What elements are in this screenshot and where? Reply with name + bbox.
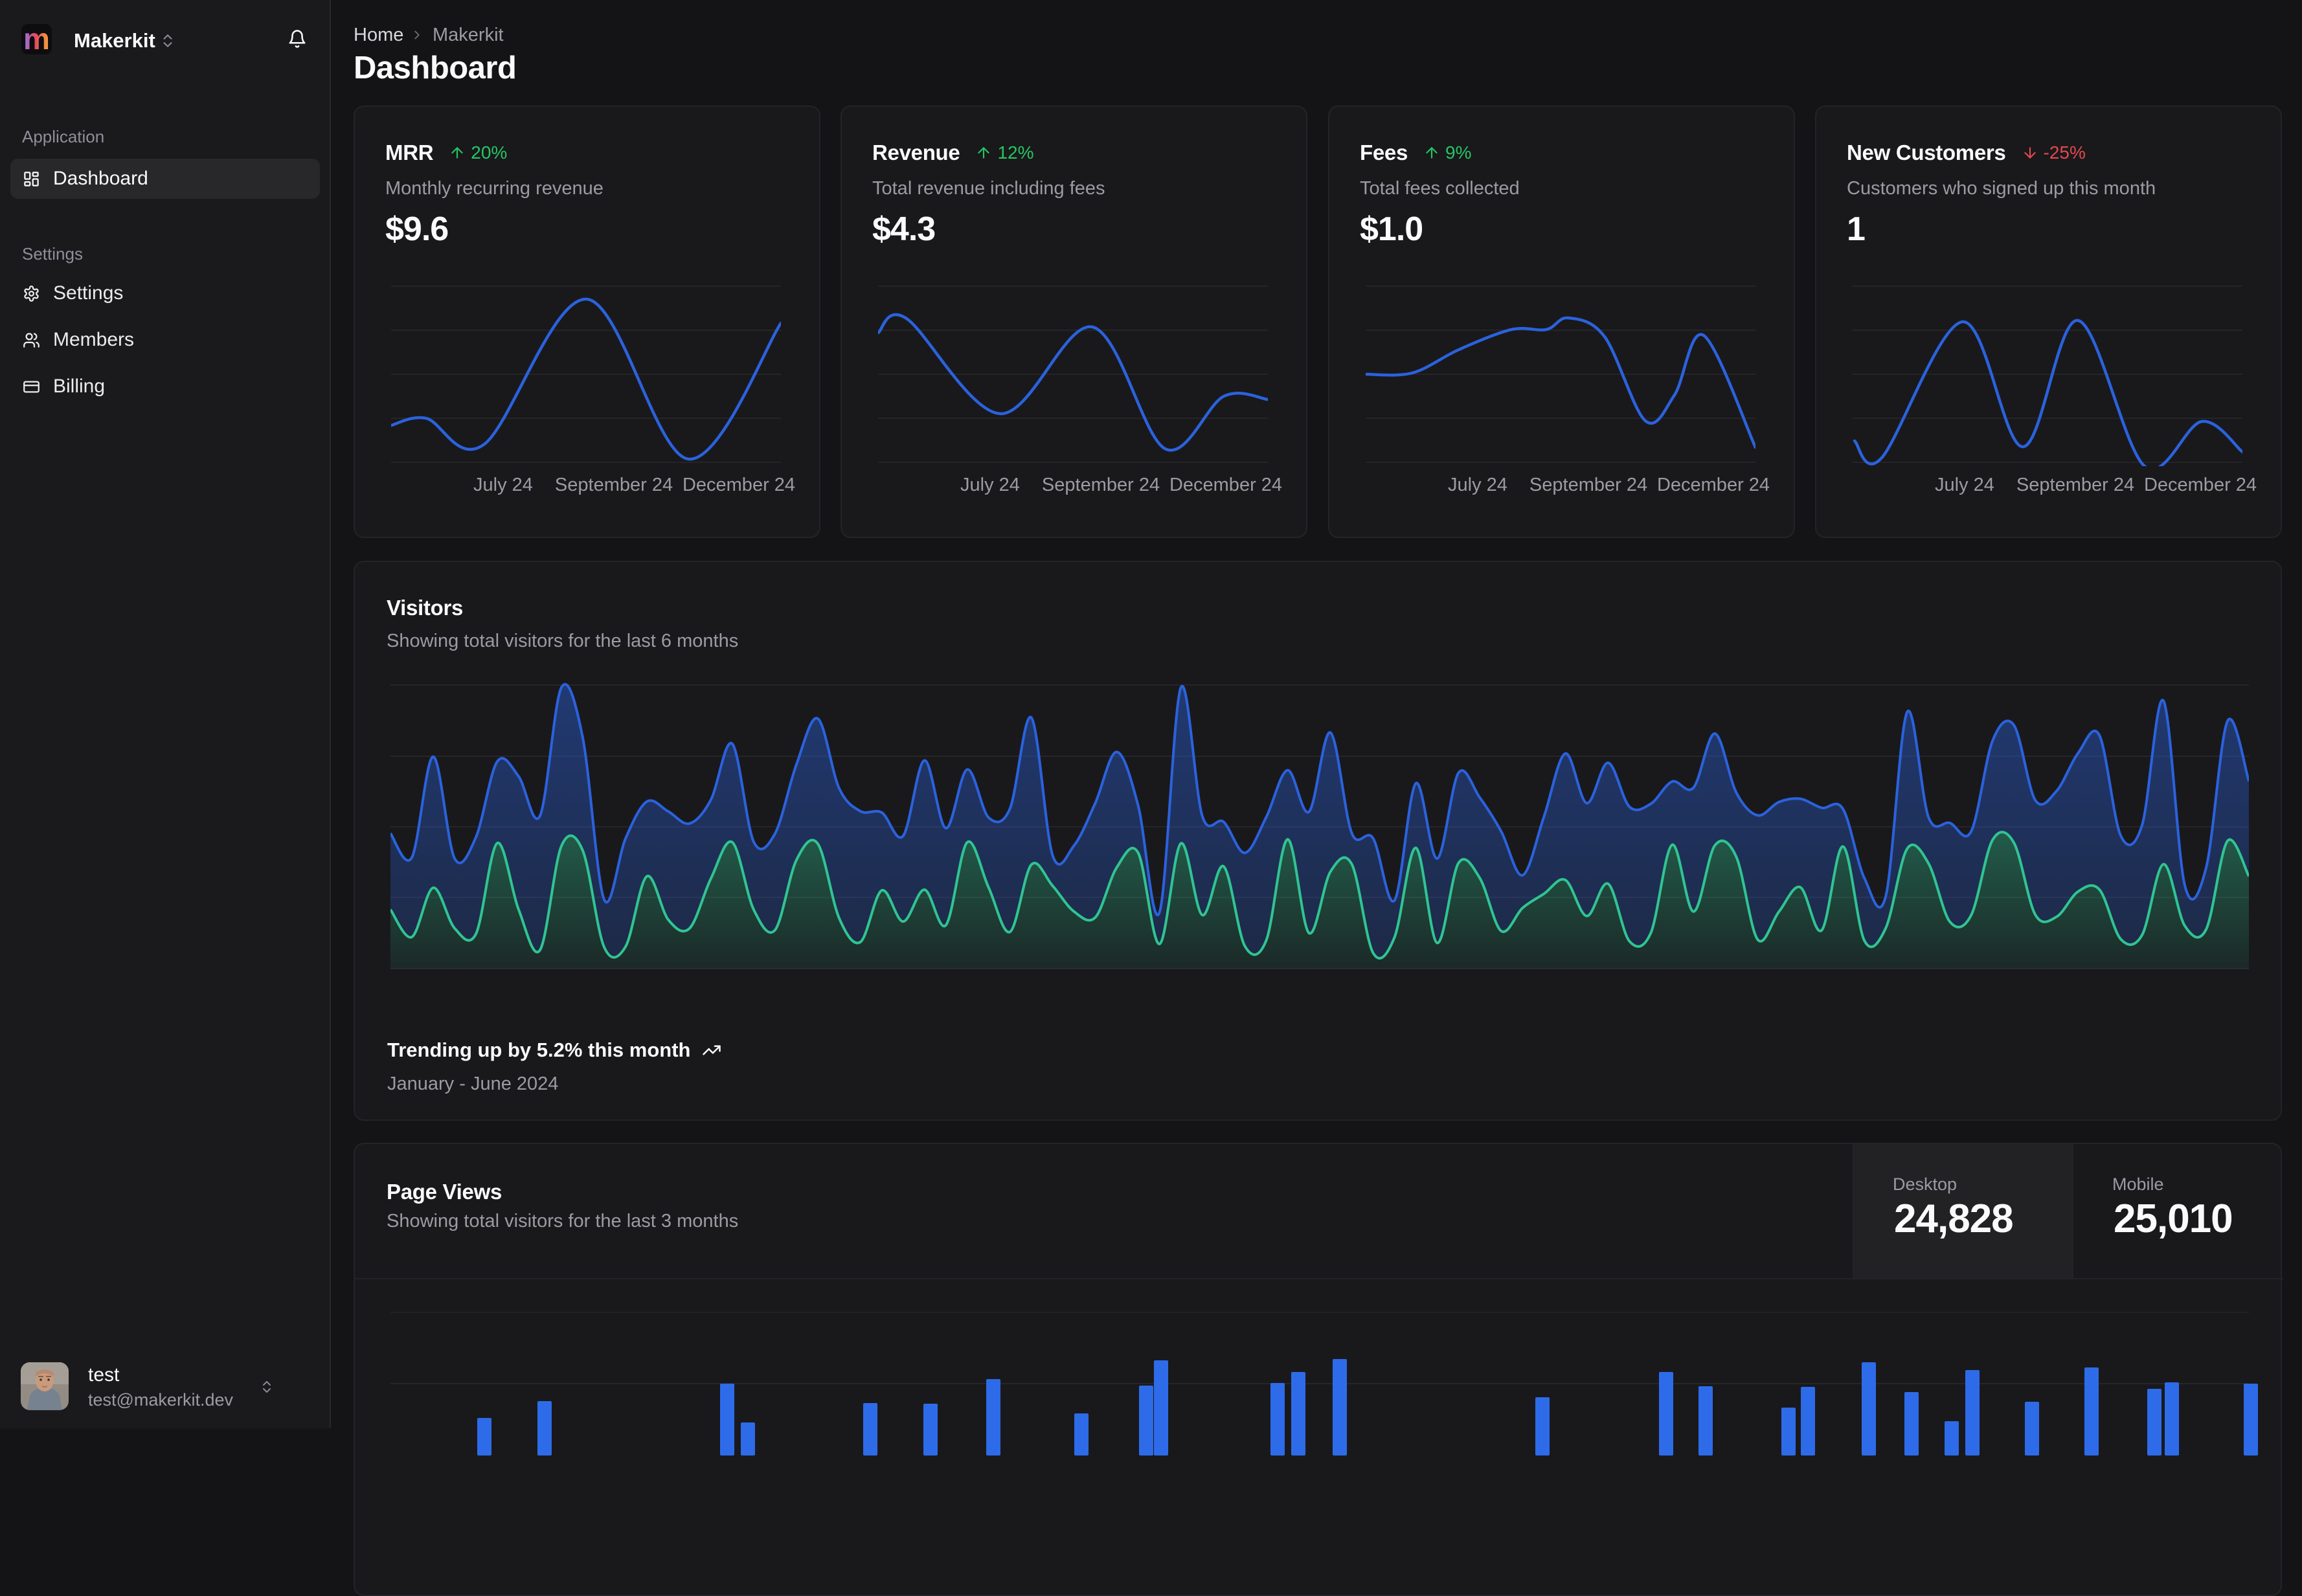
svg-text:m: m (23, 24, 50, 54)
